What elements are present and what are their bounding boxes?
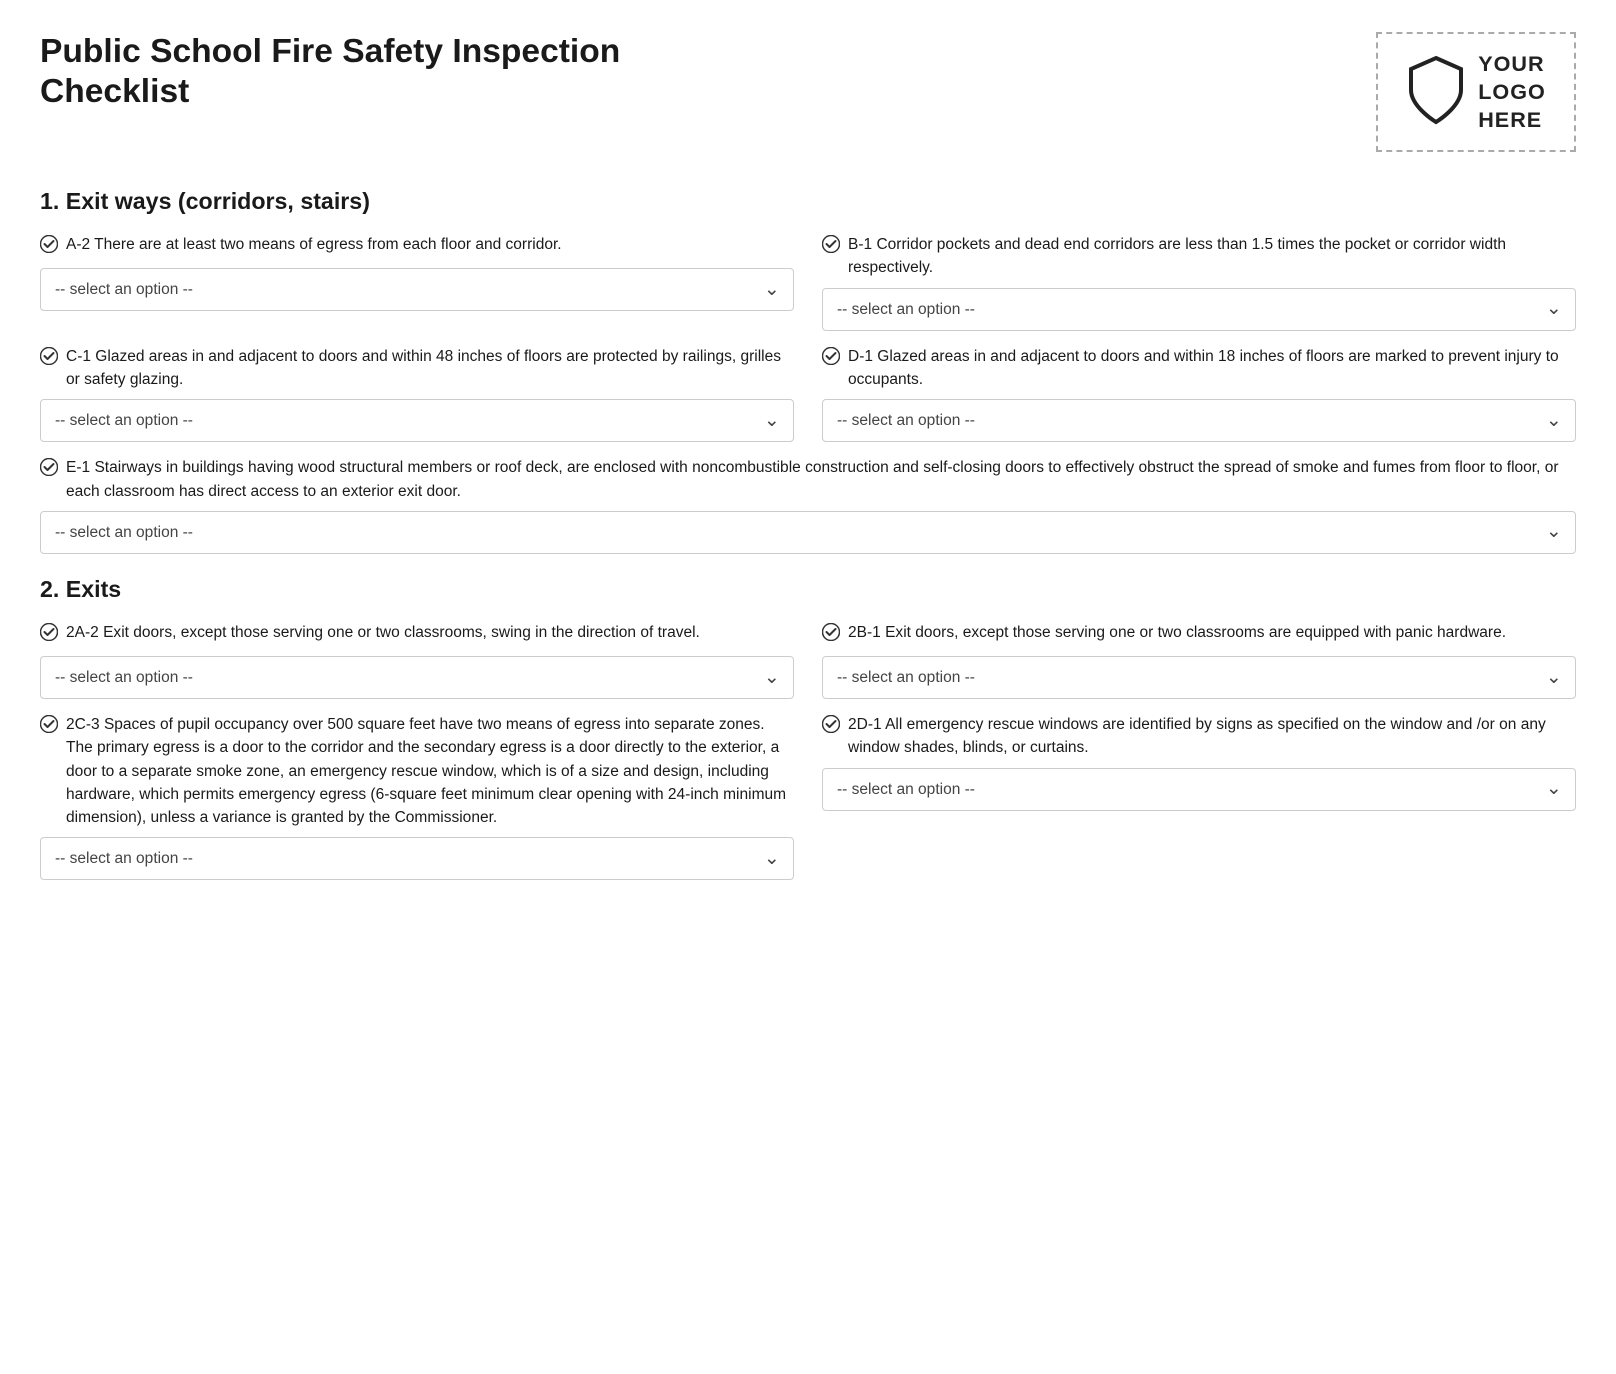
logo-placeholder: YOURLOGOHERE <box>1376 32 1576 152</box>
select-2D1[interactable]: -- select an option --CompliantNon-Compl… <box>822 768 1576 811</box>
item-label-B1: B-1 Corridor pockets and dead end corrid… <box>822 233 1576 280</box>
select-A2[interactable]: -- select an option --CompliantNon-Compl… <box>40 268 794 311</box>
item-label-C1: C-1 Glazed areas in and adjacent to door… <box>40 345 794 392</box>
select-D1[interactable]: -- select an option --CompliantNon-Compl… <box>822 399 1576 442</box>
select-wrapper-2D1[interactable]: -- select an option --CompliantNon-Compl… <box>822 768 1576 811</box>
check-icon-2C3 <box>40 715 58 740</box>
item-text-2B1: 2B-1 Exit doors, except those serving on… <box>848 621 1506 644</box>
item-label-E1: E-1 Stairways in buildings having wood s… <box>40 456 1576 503</box>
item-label-A2: A-2 There are at least two means of egre… <box>40 233 794 260</box>
item-text-2C3: 2C-3 Spaces of pupil occupancy over 500 … <box>66 713 794 829</box>
check-icon-C1 <box>40 347 58 372</box>
item-text-B1: B-1 Corridor pockets and dead end corrid… <box>848 233 1576 280</box>
item-text-D1: D-1 Glazed areas in and adjacent to door… <box>848 345 1576 392</box>
item-label-2A2: 2A-2 Exit doors, except those serving on… <box>40 621 794 648</box>
select-B1[interactable]: -- select an option --CompliantNon-Compl… <box>822 288 1576 331</box>
item-text-E1: E-1 Stairways in buildings having wood s… <box>66 456 1576 503</box>
check-icon-E1 <box>40 458 58 483</box>
check-icon-A2 <box>40 235 58 260</box>
shield-icon <box>1406 55 1466 130</box>
select-wrapper-2C3[interactable]: -- select an option --CompliantNon-Compl… <box>40 837 794 880</box>
select-2C3[interactable]: -- select an option --CompliantNon-Compl… <box>40 837 794 880</box>
section-grid-2: 2A-2 Exit doors, except those serving on… <box>40 621 1576 895</box>
select-wrapper-C1[interactable]: -- select an option --CompliantNon-Compl… <box>40 399 794 442</box>
item-text-A2: A-2 There are at least two means of egre… <box>66 233 562 256</box>
select-2B1[interactable]: -- select an option --CompliantNon-Compl… <box>822 656 1576 699</box>
check-icon-2D1 <box>822 715 840 740</box>
section-title-2: 2. Exits <box>40 576 1576 603</box>
item-label-2D1: 2D-1 All emergency rescue windows are id… <box>822 713 1576 760</box>
check-icon-B1 <box>822 235 840 260</box>
select-wrapper-2A2[interactable]: -- select an option --CompliantNon-Compl… <box>40 656 794 699</box>
select-wrapper-A2[interactable]: -- select an option --CompliantNon-Compl… <box>40 268 794 311</box>
section-2: 2. Exits 2A-2 Exit doors, except those s… <box>40 576 1576 895</box>
sections-container: 1. Exit ways (corridors, stairs) A-2 The… <box>40 188 1576 894</box>
item-block-B1: B-1 Corridor pockets and dead end corrid… <box>822 233 1576 331</box>
item-block-D1: D-1 Glazed areas in and adjacent to door… <box>822 345 1576 443</box>
item-text-2A2: 2A-2 Exit doors, except those serving on… <box>66 621 700 644</box>
select-wrapper-2B1[interactable]: -- select an option --CompliantNon-Compl… <box>822 656 1576 699</box>
logo-text: YOURLOGOHERE <box>1478 50 1546 134</box>
section-1: 1. Exit ways (corridors, stairs) A-2 The… <box>40 188 1576 568</box>
check-icon-D1 <box>822 347 840 372</box>
item-block-2A2: 2A-2 Exit doors, except those serving on… <box>40 621 794 699</box>
select-2A2[interactable]: -- select an option --CompliantNon-Compl… <box>40 656 794 699</box>
item-block-A2: A-2 There are at least two means of egre… <box>40 233 794 331</box>
section-title-1: 1. Exit ways (corridors, stairs) <box>40 188 1576 215</box>
item-block-E1: E-1 Stairways in buildings having wood s… <box>40 456 1576 554</box>
item-text-2D1: 2D-1 All emergency rescue windows are id… <box>848 713 1576 760</box>
item-block-C1: C-1 Glazed areas in and adjacent to door… <box>40 345 794 443</box>
item-label-2B1: 2B-1 Exit doors, except those serving on… <box>822 621 1576 648</box>
select-wrapper-E1[interactable]: -- select an option --CompliantNon-Compl… <box>40 511 1576 554</box>
item-label-2C3: 2C-3 Spaces of pupil occupancy over 500 … <box>40 713 794 829</box>
page-header: Public School Fire Safety Inspection Che… <box>40 32 1576 152</box>
item-text-C1: C-1 Glazed areas in and adjacent to door… <box>66 345 794 392</box>
check-icon-2B1 <box>822 623 840 648</box>
select-E1[interactable]: -- select an option --CompliantNon-Compl… <box>40 511 1576 554</box>
item-block-2C3: 2C-3 Spaces of pupil occupancy over 500 … <box>40 713 794 880</box>
select-C1[interactable]: -- select an option --CompliantNon-Compl… <box>40 399 794 442</box>
item-block-2D1: 2D-1 All emergency rescue windows are id… <box>822 713 1576 880</box>
select-wrapper-D1[interactable]: -- select an option --CompliantNon-Compl… <box>822 399 1576 442</box>
check-icon-2A2 <box>40 623 58 648</box>
item-block-2B1: 2B-1 Exit doors, except those serving on… <box>822 621 1576 699</box>
page-title: Public School Fire Safety Inspection Che… <box>40 32 740 113</box>
select-wrapper-B1[interactable]: -- select an option --CompliantNon-Compl… <box>822 288 1576 331</box>
item-label-D1: D-1 Glazed areas in and adjacent to door… <box>822 345 1576 392</box>
section-grid-1: A-2 There are at least two means of egre… <box>40 233 1576 568</box>
